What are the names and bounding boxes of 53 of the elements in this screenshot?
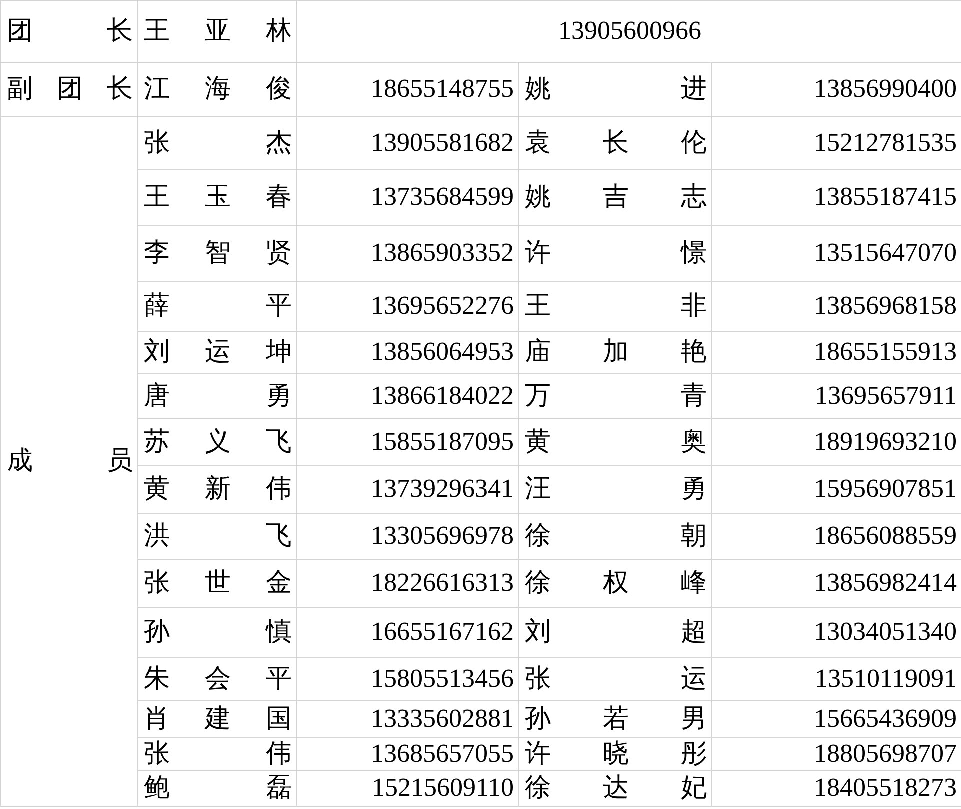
table-cell: 许 憬 xyxy=(518,226,712,282)
table-cell: 13739296341 xyxy=(296,466,518,514)
table-cell: 18226616313 xyxy=(296,560,518,608)
table-cell: 团 长 xyxy=(0,0,138,62)
table-cell: 庙 加 艳 xyxy=(518,332,712,374)
table-cell: 薛 平 xyxy=(138,282,296,332)
table-cell: 徐 达 妃 xyxy=(518,770,712,806)
table-cell: 朱 会 平 xyxy=(138,658,296,700)
table-cell: 李 智 贤 xyxy=(138,226,296,282)
table-cell: 13856064953 xyxy=(296,332,518,374)
table-cell: 黄 新 伟 xyxy=(138,466,296,514)
table-cell: 汪 勇 xyxy=(518,466,712,514)
table-cell: 13335602881 xyxy=(296,700,518,738)
table-cell: 孙 慎 xyxy=(138,608,296,658)
table-cell: 16655167162 xyxy=(296,608,518,658)
table-cell: 15215609110 xyxy=(296,770,518,806)
table-cell: 孙 若 男 xyxy=(518,700,712,738)
table-cell: 副 团 长 xyxy=(0,62,138,116)
table-cell: 刘 运 坤 xyxy=(138,332,296,374)
table-cell: 13735684599 xyxy=(296,170,518,226)
table-cell: 张 伟 xyxy=(138,738,296,770)
table-cell: 鲍 磊 xyxy=(138,770,296,806)
table-cell: 袁 长 伦 xyxy=(518,116,712,170)
table-cell: 张 世 金 xyxy=(138,560,296,608)
table-cell: 15805513456 xyxy=(296,658,518,700)
table-cell: 江 海 俊 xyxy=(138,62,296,116)
table-cell: 万 青 xyxy=(518,374,712,418)
table-cell: 18655148755 xyxy=(296,62,518,116)
table-cell: 徐 朝 xyxy=(518,514,712,560)
table-cell: 姚 吉 志 xyxy=(518,170,712,226)
table-cell: 王 玉 春 xyxy=(138,170,296,226)
table-cell: 13905581682 xyxy=(296,116,518,170)
table-cell: 张 杰 xyxy=(138,116,296,170)
table-cell: 许 晓 彤 xyxy=(518,738,712,770)
table-cell: 唐 勇 xyxy=(138,374,296,418)
table-cell: 王 亚 林 xyxy=(138,0,296,62)
table-cell: 洪 飞 xyxy=(138,514,296,560)
table-cell: 成 员 xyxy=(0,116,138,806)
table-cell: 姚 进 xyxy=(518,62,712,116)
table-cell: 13695652276 xyxy=(296,282,518,332)
table-cell: 刘 超 xyxy=(518,608,712,658)
table-cell: 徐 权 峰 xyxy=(518,560,712,608)
table-cell: 王 非 xyxy=(518,282,712,332)
table-cell: 13865903352 xyxy=(296,226,518,282)
table-cell: 13905600966 xyxy=(296,0,961,62)
table-cell: 肖 建 国 xyxy=(138,700,296,738)
table-cell: 13685657055 xyxy=(296,738,518,770)
table-cell: 苏 义 飞 xyxy=(138,418,296,466)
table-cell: 黄 奥 xyxy=(518,418,712,466)
table-cell: 13866184022 xyxy=(296,374,518,418)
table-cell: 张 运 xyxy=(518,658,712,700)
table-cell: 13305696978 xyxy=(296,514,518,560)
table-cell: 15855187095 xyxy=(296,418,518,466)
